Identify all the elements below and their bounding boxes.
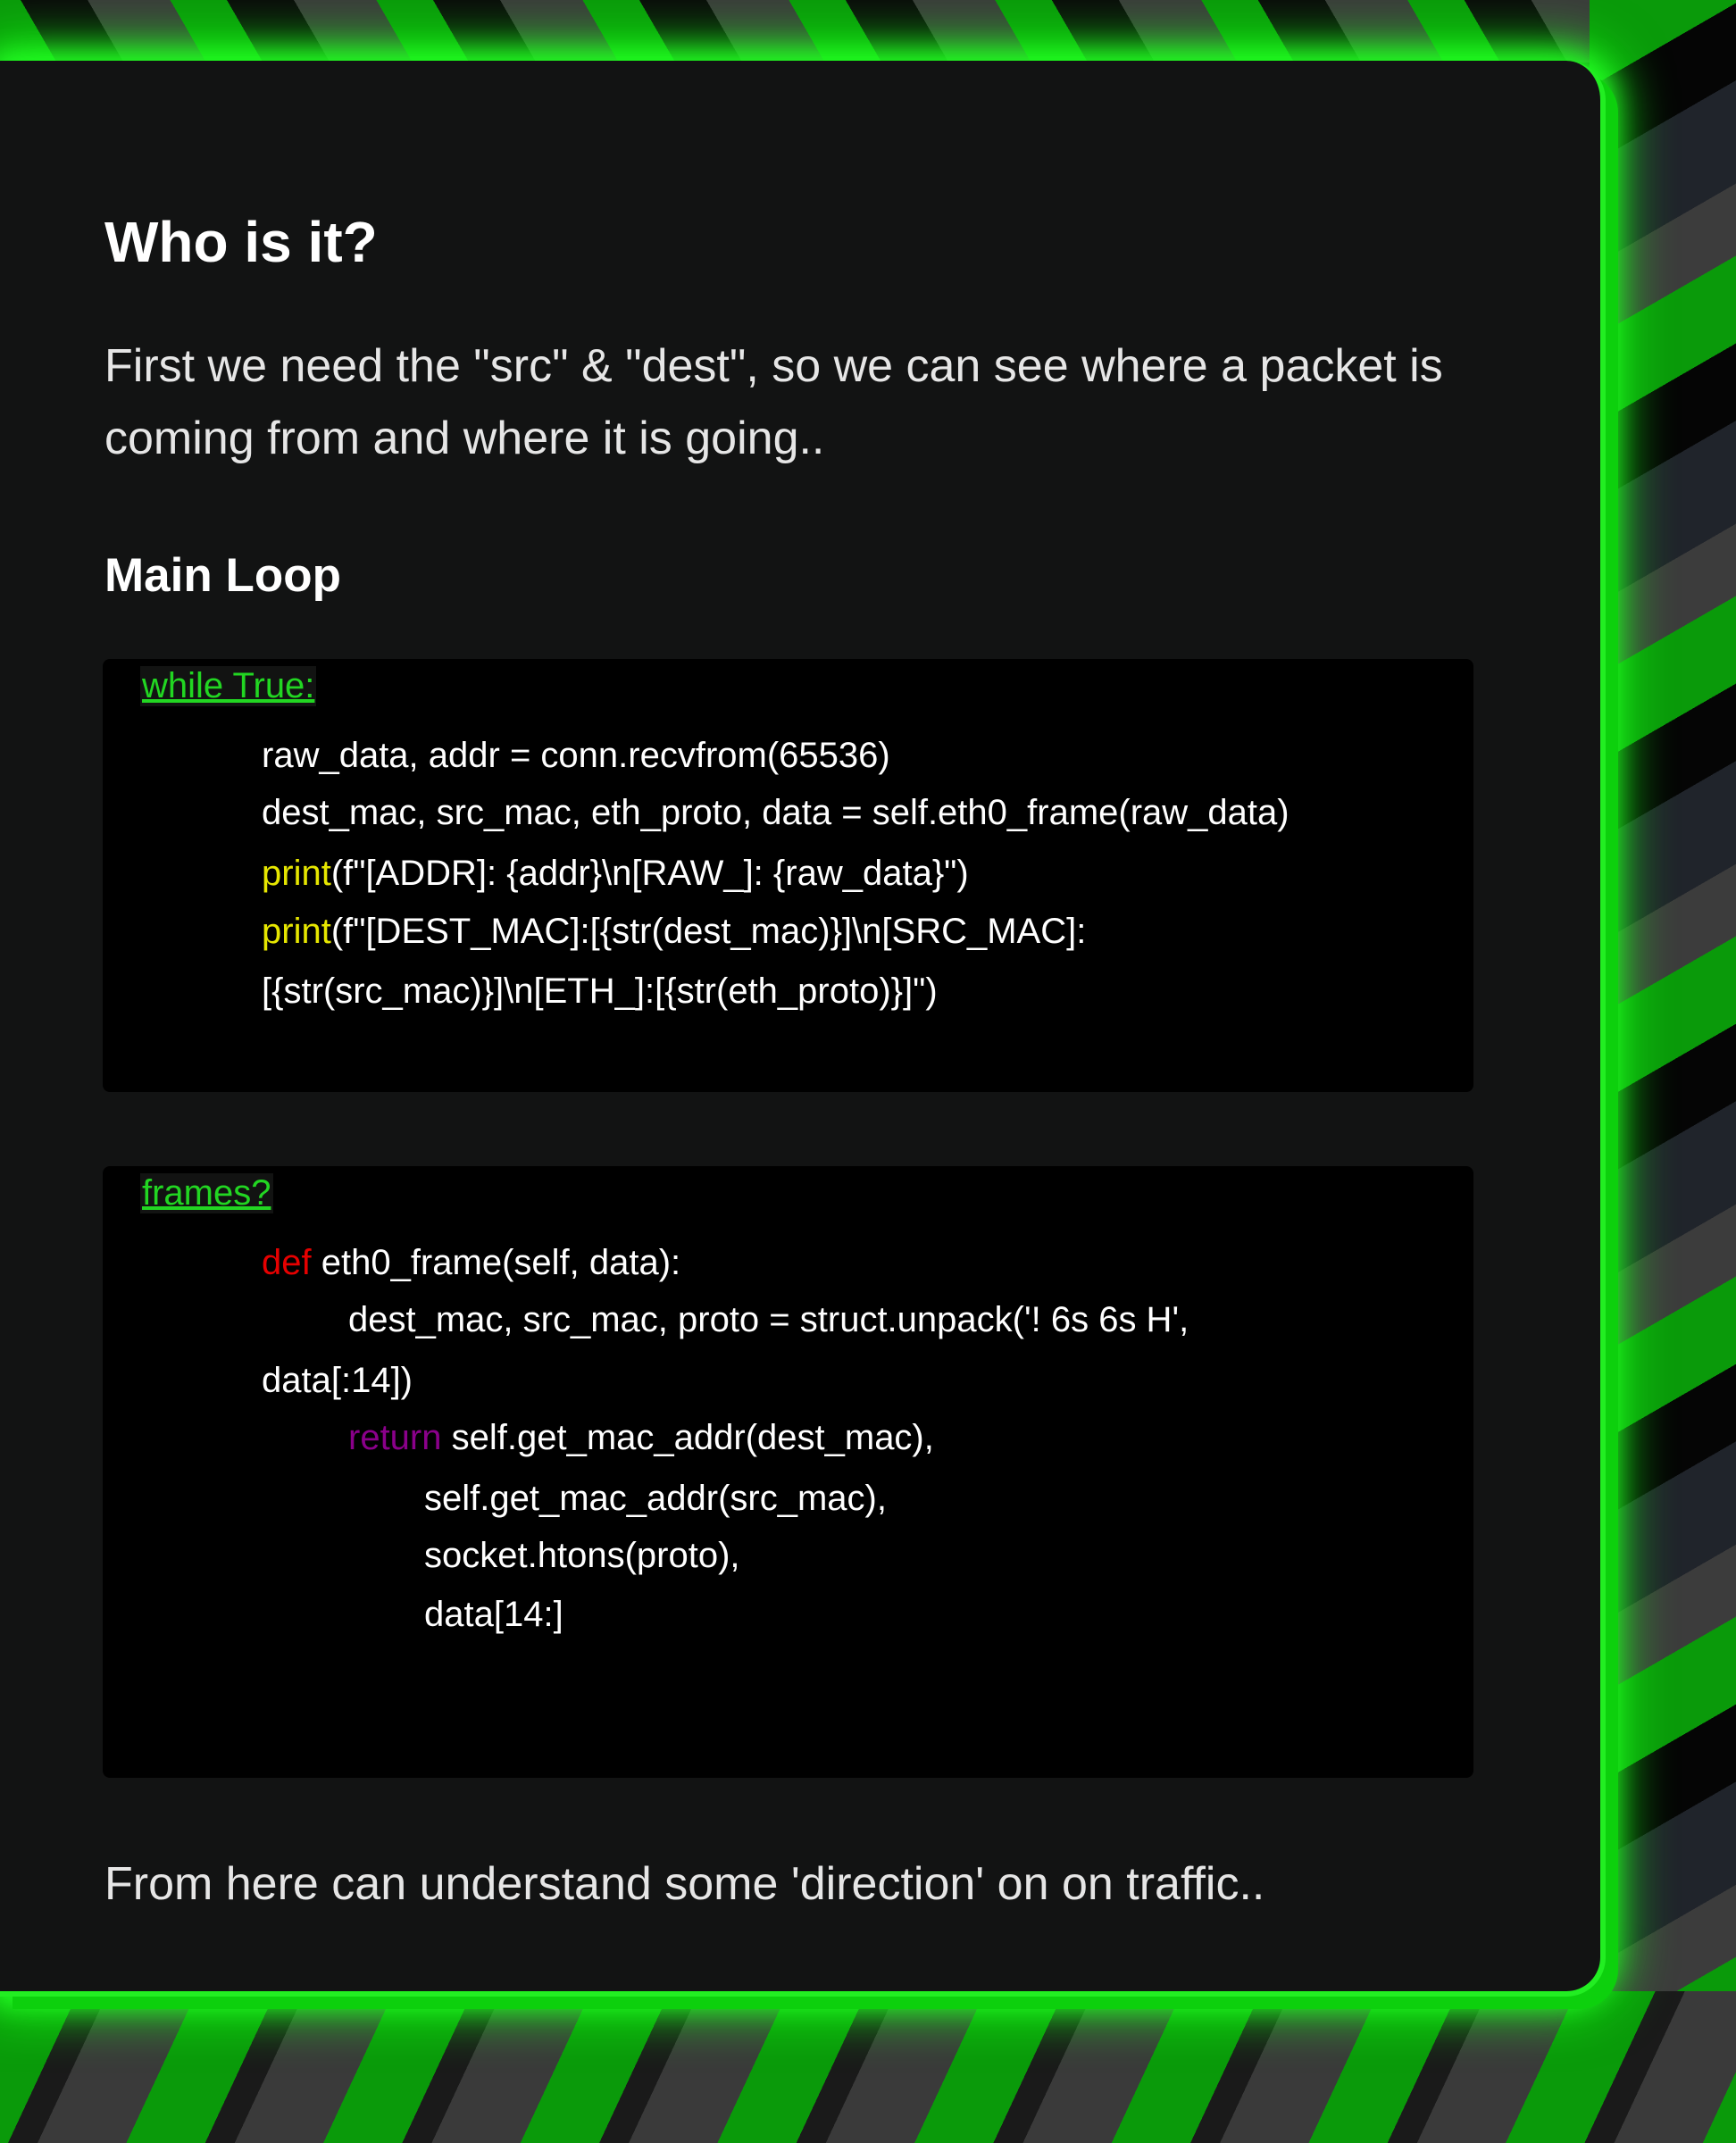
decorative-background-right (1590, 0, 1736, 2143)
code-block-title-frames[interactable]: frames? (140, 1173, 273, 1213)
code-block-title-while-true[interactable]: while True: (140, 666, 317, 706)
code-text: eth0_frame(self, data): (311, 1243, 681, 1282)
keyword-print: print (262, 854, 331, 893)
code-text: (f"[ADDR]: {addr}\n[RAW_]: {raw_data}") (330, 854, 969, 893)
code-line: data[14:] (424, 1595, 563, 1634)
code-line: dest_mac, src_mac, proto = struct.unpack… (348, 1300, 1189, 1339)
outro-paragraph: From here can understand some 'direction… (104, 1858, 1265, 1910)
code-block-main-loop: while True: raw_data, addr = conn.recvfr… (103, 659, 1473, 1092)
code-line: raw_data, addr = conn.recvfrom(65536) (262, 736, 890, 775)
code-line: data[:14]) (262, 1361, 413, 1400)
decorative-background-top (0, 0, 1736, 63)
code-text: self.get_mac_addr(dest_mac), (441, 1418, 934, 1457)
code-line: print(f"[DEST_MAC]:[{str(dest_mac)}]\n[S… (262, 912, 1086, 952)
keyword-def: def (262, 1243, 312, 1282)
code-block-frames: frames? def eth0_frame(self, data): dest… (103, 1166, 1473, 1778)
decorative-background-bottom (0, 1991, 1736, 2143)
code-line: self.get_mac_addr(src_mac), (424, 1479, 887, 1518)
code-line: print(f"[ADDR]: {addr}\n[RAW_]: {raw_dat… (262, 854, 969, 894)
code-line: socket.htons(proto), (424, 1536, 740, 1575)
code-text: (f"[DEST_MAC]:[{str(dest_mac)}]\n[SRC_MA… (330, 912, 1087, 951)
code-line: return self.get_mac_addr(dest_mac), (348, 1418, 934, 1458)
code-line: def eth0_frame(self, data): (262, 1243, 680, 1283)
article-card: Who is it? First we need the "src" & "de… (0, 61, 1606, 1997)
section-heading-main-loop: Main Loop (104, 549, 341, 602)
keyword-return: return (348, 1418, 442, 1457)
code-line: dest_mac, src_mac, eth_proto, data = sel… (262, 793, 1289, 832)
intro-paragraph: First we need the "src" & "dest", so we … (104, 340, 1443, 464)
code-line: [{str(src_mac)}]\n[ETH_]:[{str(eth_proto… (262, 971, 938, 1011)
page-title: Who is it? (104, 210, 378, 274)
keyword-print: print (262, 912, 331, 951)
